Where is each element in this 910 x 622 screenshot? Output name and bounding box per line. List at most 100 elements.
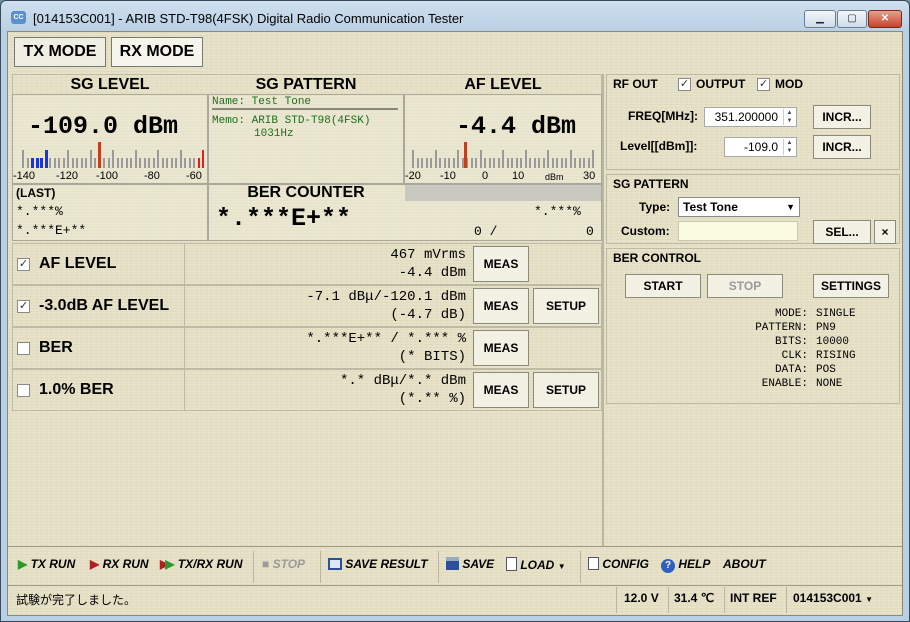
maximize-button[interactable]: ▢: [837, 10, 867, 28]
sg-pattern-title: SG PATTERN: [255, 76, 357, 93]
freq-spinner[interactable]: ▲ ▼: [783, 109, 795, 125]
meter-tick: [578, 158, 581, 168]
help-label: HELP: [678, 557, 711, 571]
play-green-icon: ▶: [18, 557, 28, 571]
minimize-button[interactable]: ▁: [804, 10, 836, 28]
stop-button[interactable]: ■ STOP: [262, 557, 305, 571]
measurement-checkbox[interactable]: ✓: [17, 258, 30, 271]
meter-tick: [193, 158, 195, 168]
custom-input[interactable]: [678, 221, 798, 241]
last-ber-exp: *.***E+**: [16, 223, 87, 238]
ber-settings-button[interactable]: SETTINGS: [813, 274, 889, 298]
measurement-value-2: (-4.7 dB): [390, 307, 466, 323]
tab-rx-mode[interactable]: RX MODE: [111, 37, 203, 67]
meter-tick: [529, 158, 531, 168]
select-pattern-button[interactable]: SEL...: [813, 220, 871, 244]
help-button[interactable]: ? HELP: [661, 557, 710, 573]
meter-tick: [439, 158, 441, 168]
row-divider: [184, 285, 185, 327]
meter-tick: [35, 158, 39, 168]
meter-tick: [488, 158, 491, 168]
save-result-label: SAVE RESULT: [345, 557, 428, 571]
ber-counter-value: *.***E+**: [216, 204, 352, 233]
meter-tick: [416, 158, 419, 168]
toolbar-separator: [438, 551, 439, 583]
chevron-down-icon[interactable]: ▼: [558, 562, 566, 571]
title-bar[interactable]: CC [014153C001] - ARIB STD-T98(4FSK) Dig…: [1, 1, 909, 35]
ber-stop-button[interactable]: STOP: [707, 274, 783, 298]
tab-tx-mode[interactable]: TX MODE: [14, 37, 106, 67]
config-document-icon: [588, 557, 599, 570]
ber-counter-pct: *.***%: [534, 204, 581, 219]
meter-tick: [139, 158, 141, 168]
meter-tick: [583, 158, 585, 168]
meter-tick: [425, 158, 428, 168]
af-level-meter: [412, 142, 594, 168]
setup-button[interactable]: SETUP: [533, 288, 599, 324]
last-ber-pct: *.***%: [16, 204, 63, 219]
clear-pattern-button[interactable]: ×: [874, 220, 896, 244]
tx-run-button[interactable]: ▶ TX RUN: [18, 557, 75, 571]
sg-pattern-name: Name: Test Tone: [212, 96, 398, 110]
level-label: Level[[dBm]]:: [620, 139, 698, 153]
measure-button[interactable]: MEAS: [473, 246, 529, 282]
measure-button[interactable]: MEAS: [473, 372, 529, 408]
measurement-checkbox[interactable]: ✓: [17, 300, 30, 313]
type-select[interactable]: Test Tone ▼: [678, 197, 800, 217]
close-button[interactable]: ✕: [868, 10, 902, 28]
document-icon: [506, 557, 517, 571]
ber-param-value: NONE: [816, 378, 843, 390]
mod-checkbox[interactable]: ✓: [757, 78, 770, 91]
meter-tick: [49, 158, 51, 168]
setup-button[interactable]: SETUP: [533, 372, 599, 408]
meter-tick: [80, 158, 83, 168]
config-button[interactable]: CONFIG: [588, 557, 649, 571]
floppy-disk-icon: [446, 557, 459, 570]
meter-tick: [430, 158, 432, 168]
about-button[interactable]: ABOUT: [723, 557, 766, 571]
help-icon: ?: [661, 559, 675, 573]
sg-scale-label: -100: [96, 170, 119, 182]
measurement-value-1: -7.1 dBμ/-120.1 dBm: [306, 289, 466, 305]
play-red-icon: ▶: [90, 557, 100, 571]
meter-tick: [497, 158, 500, 168]
rx-run-label: RX RUN: [102, 557, 149, 571]
freq-input[interactable]: 351.200000 ▲ ▼: [704, 107, 797, 127]
device-id: 014153C001: [793, 591, 862, 605]
ber-start-button[interactable]: START: [625, 274, 701, 298]
level-spinner[interactable]: ▲ ▼: [783, 139, 795, 155]
freq-incr-button[interactable]: INCR...: [813, 105, 871, 129]
ber-param-key: MODE:: [774, 308, 808, 320]
meter-tick: [170, 158, 173, 168]
status-separator: [616, 587, 617, 613]
output-checkbox[interactable]: ✓: [678, 78, 691, 91]
meter-tick: [443, 158, 446, 168]
txrx-run-button[interactable]: ▶▶ TX/RX RUN: [160, 557, 242, 571]
ber-param-value: PN9: [816, 322, 836, 334]
mod-label: MOD: [775, 77, 803, 91]
measurement-checkbox[interactable]: [17, 342, 30, 355]
measurement-checkbox[interactable]: [17, 384, 30, 397]
level-input[interactable]: -109.0 ▲ ▼: [724, 137, 797, 157]
device-dropdown[interactable]: 014153C001 ▼: [793, 591, 873, 605]
level-incr-button[interactable]: INCR...: [813, 135, 871, 159]
status-message: 試験が完了しました。: [16, 593, 137, 607]
meter-tick: [148, 158, 150, 168]
rx-run-button[interactable]: ▶ RX RUN: [90, 557, 149, 571]
save-button[interactable]: SAVE: [446, 557, 494, 571]
custom-label: Custom:: [621, 224, 670, 238]
measure-button[interactable]: MEAS: [473, 288, 529, 324]
config-label: CONFIG: [602, 557, 650, 571]
measure-button[interactable]: MEAS: [473, 330, 529, 366]
af-level-title: AF LEVEL: [464, 76, 542, 93]
meter-tick: [53, 158, 56, 168]
toolbar-separator: [580, 551, 581, 583]
meter-tick: [89, 150, 92, 168]
meter-tick: [116, 158, 119, 168]
af-scale-label: 10: [512, 170, 525, 182]
meter-tick: [448, 158, 450, 168]
load-button[interactable]: LOAD ▼: [506, 557, 566, 572]
measurement-value-1: *.***E+** / *.*** %: [306, 331, 466, 347]
meter-tick: [58, 158, 60, 168]
save-result-button[interactable]: SAVE RESULT: [328, 557, 428, 571]
